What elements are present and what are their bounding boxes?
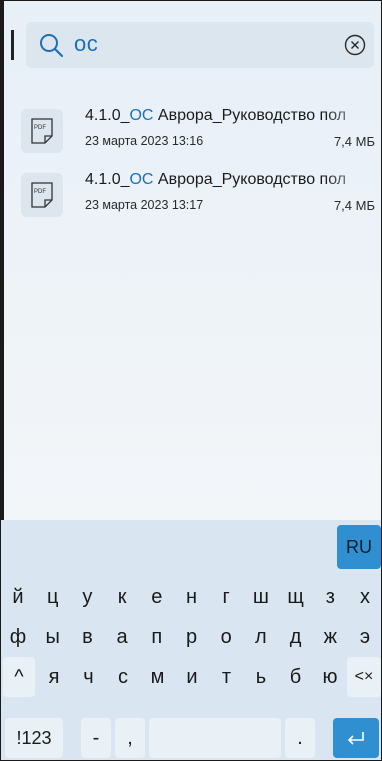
key-row2-1[interactable]: ы <box>36 617 70 657</box>
comma-key[interactable]: , <box>115 718 145 758</box>
key-row3-3[interactable]: м <box>141 657 175 697</box>
key-row3-0[interactable]: я <box>37 657 71 697</box>
file-name: 4.1.0_ОС Аврора_Руководство пол <box>85 107 377 125</box>
file-name-match: ОС <box>129 171 154 188</box>
key-row2-6[interactable]: о <box>209 617 243 657</box>
pdf-file-icon: PDF <box>21 109 63 153</box>
key-row3-6[interactable]: ь <box>244 657 278 697</box>
key-row1-2[interactable]: у <box>70 577 104 617</box>
numbers-key[interactable]: !123 <box>5 718 63 758</box>
period-key[interactable]: . <box>285 718 315 758</box>
enter-key[interactable] <box>333 718 379 758</box>
search-icon <box>40 34 64 58</box>
key-row3-8[interactable]: ю <box>313 657 347 697</box>
clear-icon[interactable] <box>344 34 366 56</box>
file-date: 23 марта 2023 13:17 <box>85 198 204 212</box>
svg-text:PDF: PDF <box>34 125 46 131</box>
key-row1-9[interactable]: з <box>313 577 347 617</box>
dash-key[interactable]: - <box>81 718 111 758</box>
key-row3-4[interactable]: и <box>175 657 209 697</box>
key-row1-3[interactable]: к <box>105 577 139 617</box>
key-row1-7[interactable]: ш <box>244 577 278 617</box>
key-row2-0[interactable]: ф <box>1 617 35 657</box>
text-cursor <box>11 30 14 60</box>
key-row2-4[interactable]: п <box>140 617 174 657</box>
file-name-prefix: 4.1.0_ <box>85 171 130 188</box>
file-name-rest: Аврора_Руководство пол <box>153 107 347 124</box>
key-row1-8[interactable]: щ <box>279 577 313 617</box>
key-row1-6[interactable]: г <box>209 577 243 617</box>
key-row3-1[interactable]: ч <box>72 657 106 697</box>
key-row2-7[interactable]: л <box>244 617 278 657</box>
backspace-key[interactable]: <× <box>347 657 381 697</box>
key-row2-8[interactable]: д <box>279 617 313 657</box>
key-row1-4[interactable]: е <box>140 577 174 617</box>
search-field[interactable]: ос <box>26 22 374 68</box>
file-date: 23 марта 2023 13:16 <box>85 134 204 148</box>
language-key[interactable]: RU <box>337 525 381 569</box>
key-row3-2[interactable]: с <box>106 657 140 697</box>
file-name: 4.1.0_ОС Аврора_Руководство пол <box>85 171 377 189</box>
file-row[interactable]: PDF 4.1.0_ОС Аврора_Руководство пол 23 м… <box>1 99 381 163</box>
file-name-match: ОС <box>129 107 154 124</box>
key-row1-5[interactable]: н <box>175 577 209 617</box>
shift-key[interactable]: ^ <box>3 657 35 697</box>
key-row3-5[interactable]: т <box>210 657 244 697</box>
key-row2-10[interactable]: э <box>348 617 381 657</box>
search-input[interactable]: ос <box>74 31 98 57</box>
enter-icon <box>347 732 364 745</box>
file-size: 7,4 МБ <box>333 134 375 149</box>
file-row[interactable]: PDF 4.1.0_ОС Аврора_Руководство пол 23 м… <box>1 163 381 227</box>
file-name-prefix: 4.1.0_ <box>85 107 130 124</box>
search-screen: ос PDF 4.1.0_ОС Аврора_Руководство пол 2… <box>0 0 382 761</box>
key-row2-9[interactable]: ж <box>313 617 347 657</box>
key-row1-0[interactable]: й <box>1 577 35 617</box>
file-name-rest: Аврора_Руководство пол <box>153 171 347 188</box>
space-key[interactable] <box>149 718 281 758</box>
key-row1-10[interactable]: х <box>348 577 381 617</box>
key-row3-7[interactable]: б <box>279 657 313 697</box>
key-row2-2[interactable]: в <box>70 617 104 657</box>
pdf-file-icon: PDF <box>21 173 63 217</box>
key-row1-1[interactable]: ц <box>36 577 70 617</box>
key-row2-3[interactable]: а <box>105 617 139 657</box>
key-row2-5[interactable]: р <box>175 617 209 657</box>
svg-text:PDF: PDF <box>34 189 46 195</box>
file-size: 7,4 МБ <box>333 198 375 213</box>
